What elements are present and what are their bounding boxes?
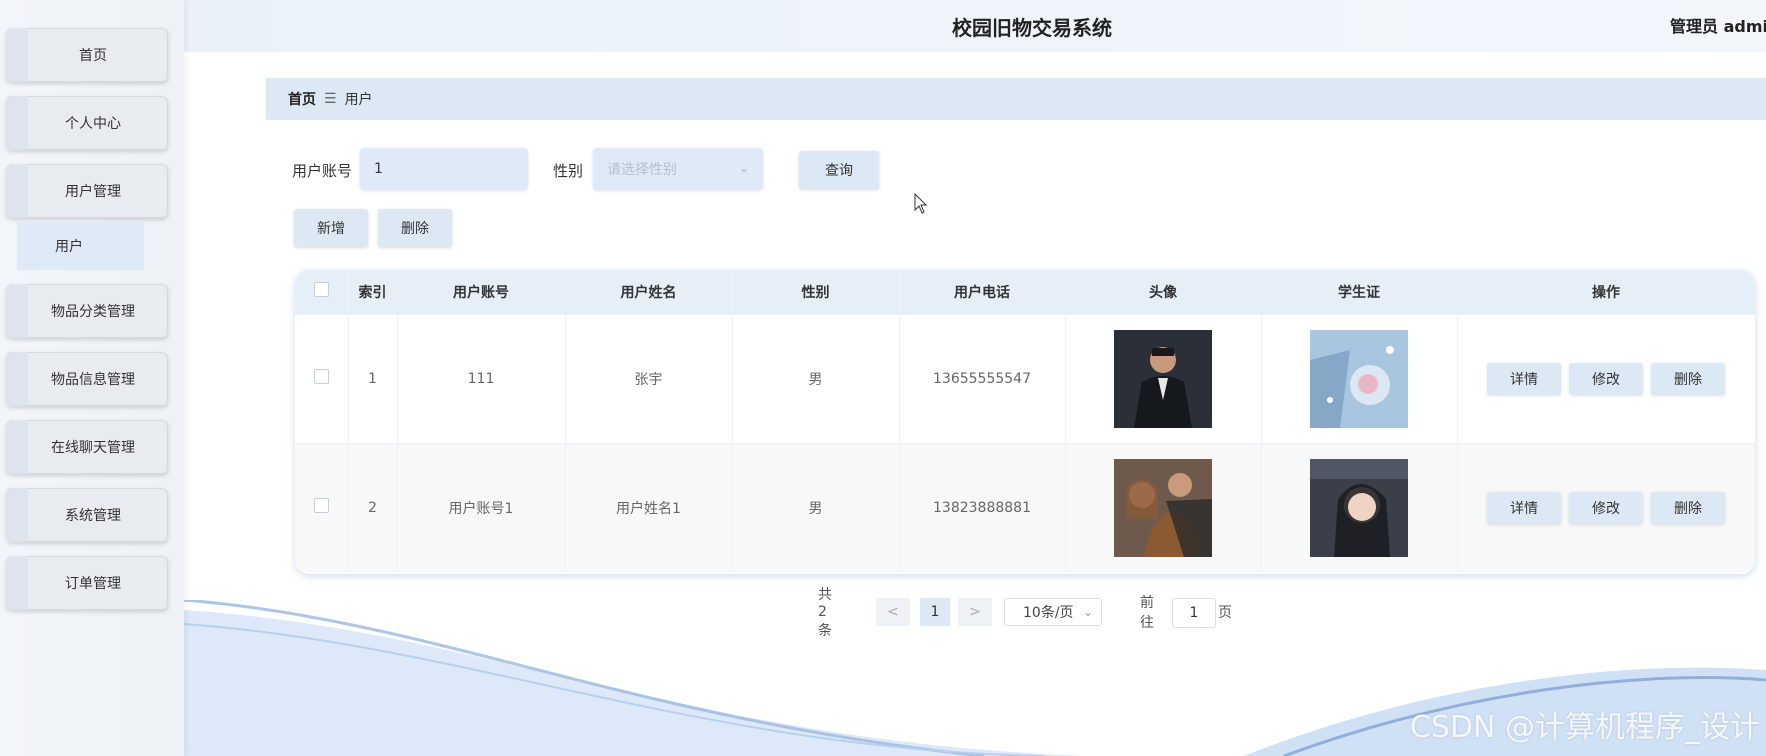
sidebar-subitem-users[interactable]: 用户 [17, 222, 144, 270]
sidebar-item-goods-management[interactable]: 物品信息管理 [6, 352, 168, 406]
add-button[interactable]: 新增 [294, 209, 368, 247]
sidebar-item-label: 系统管理 [65, 508, 121, 524]
account-cell: 111 [397, 313, 566, 443]
table-row: 1 111 张宇 男 13655555547 详情 修改 删除 [295, 313, 1755, 443]
row-select-cell [295, 442, 349, 572]
column-header-index: 索引 [348, 270, 398, 314]
goto-suffix: 页 [1218, 605, 1232, 621]
sidebar-item-label: 订单管理 [65, 576, 121, 592]
breadcrumb-current: 用户 [344, 92, 373, 108]
select-all-cell [295, 270, 349, 314]
page-size-value: 10条/页 [1023, 605, 1074, 621]
gender-cell: 男 [732, 442, 900, 572]
current-user-label[interactable]: 管理员 admin [1670, 13, 1766, 37]
table-row: 2 用户账号1 用户姓名1 男 13823888881 详情 修改 删除 [295, 442, 1755, 572]
account-search-input[interactable]: 1 [360, 148, 528, 190]
breadcrumb-separator-icon: ☰ [324, 91, 337, 107]
index-cell: 2 [348, 442, 398, 572]
breadcrumb: 首页 ☰ 用户 [266, 78, 1766, 120]
pagination-prev-button[interactable]: < [876, 598, 910, 626]
sidebar-item-order-management[interactable]: 订单管理 [6, 556, 168, 610]
sidebar-item-label: 物品信息管理 [51, 372, 135, 388]
page-size-select[interactable]: 10条/页 ⌄ [1004, 598, 1102, 626]
goto-page-input[interactable]: 1 [1172, 598, 1216, 628]
sidebar-item-personal-center[interactable]: 个人中心 [6, 96, 168, 150]
phone-cell: 13655555547 [899, 313, 1066, 443]
avatar-cell [1065, 442, 1262, 572]
sidebar-item-user-management[interactable]: 用户管理 [6, 164, 168, 218]
student-card-cell [1261, 442, 1458, 572]
sidebar: 首页 个人中心 用户管理 用户 物品分类管理 物品信息管理 在线聊天管理 系统管… [0, 0, 184, 756]
table-header-row: 索引 用户账号 用户姓名 性别 用户电话 头像 学生证 操作 [295, 270, 1755, 314]
chevron-down-icon: ⌄ [738, 161, 749, 175]
actions-cell: 详情 修改 删除 [1457, 313, 1755, 443]
delete-button[interactable]: 删除 [1651, 491, 1725, 524]
account-label: 用户账号 [292, 162, 353, 180]
row-checkbox[interactable] [313, 498, 329, 514]
chevron-down-icon: ⌄ [1082, 605, 1093, 619]
goto-label: 前往 [1140, 595, 1154, 631]
sidebar-item-label: 物品分类管理 [51, 304, 135, 320]
sidebar-item-chat-management[interactable]: 在线聊天管理 [6, 420, 168, 474]
user-table: 索引 用户账号 用户姓名 性别 用户电话 头像 学生证 操作 1 111 张宇 … [295, 270, 1755, 574]
student-card-image[interactable] [1310, 329, 1408, 428]
detail-button[interactable]: 详情 [1487, 362, 1561, 395]
account-cell: 用户账号1 [397, 442, 566, 572]
query-button[interactable]: 查询 [799, 151, 879, 189]
name-cell: 用户姓名1 [565, 442, 733, 572]
delete-button[interactable]: 删除 [1651, 362, 1725, 395]
pagination-page-1[interactable]: 1 [920, 598, 950, 626]
gender-cell: 男 [732, 313, 900, 443]
edit-button[interactable]: 修改 [1569, 362, 1643, 395]
pagination-next-button[interactable]: > [958, 598, 992, 626]
sidebar-item-label: 在线聊天管理 [51, 440, 135, 456]
gender-select[interactable]: 请选择性别 ⌄ [593, 148, 763, 190]
column-header-student-card: 学生证 [1261, 270, 1458, 314]
column-header-name: 用户姓名 [565, 270, 733, 314]
student-card-cell [1261, 313, 1458, 443]
sidebar-item-label: 首页 [79, 48, 107, 64]
watermark: CSDN @计算机程序_设计 [1409, 710, 1760, 745]
phone-cell: 13823888881 [899, 442, 1066, 572]
column-header-account: 用户账号 [397, 270, 566, 314]
index-cell: 1 [348, 313, 398, 443]
breadcrumb-home[interactable]: 首页 [288, 89, 316, 109]
sidebar-item-system-management[interactable]: 系统管理 [6, 488, 168, 542]
sidebar-item-label: 用户管理 [65, 184, 121, 200]
column-header-avatar: 头像 [1065, 270, 1262, 314]
select-all-checkbox[interactable] [313, 282, 329, 298]
detail-button[interactable]: 详情 [1487, 491, 1561, 524]
avatar-image[interactable] [1114, 458, 1212, 557]
sidebar-item-home[interactable]: 首页 [6, 28, 168, 82]
gender-label: 性别 [553, 162, 584, 180]
avatar-cell [1065, 313, 1262, 443]
column-header-actions: 操作 [1457, 270, 1755, 314]
mouse-cursor-icon [914, 193, 928, 214]
column-header-phone: 用户电话 [899, 270, 1066, 314]
student-card-image[interactable] [1310, 458, 1408, 557]
avatar-image[interactable] [1114, 329, 1212, 428]
edit-button[interactable]: 修改 [1569, 491, 1643, 524]
app-title: 校园旧物交易系统 [952, 16, 1112, 40]
sidebar-item-label: 个人中心 [65, 116, 121, 132]
name-cell: 张宇 [565, 313, 733, 443]
gender-select-placeholder: 请选择性别 [607, 162, 677, 178]
actions-cell: 详情 修改 删除 [1457, 442, 1755, 572]
top-header: 校园旧物交易系统 管理员 admin [184, 0, 1766, 52]
row-select-cell [295, 313, 349, 443]
sidebar-subitem-label: 用户 [55, 239, 83, 255]
column-header-gender: 性别 [732, 270, 900, 314]
batch-delete-button[interactable]: 删除 [378, 209, 452, 247]
row-checkbox[interactable] [313, 369, 329, 384]
pagination-total: 共 2 条 [818, 587, 832, 639]
sidebar-item-category-management[interactable]: 物品分类管理 [6, 284, 168, 338]
